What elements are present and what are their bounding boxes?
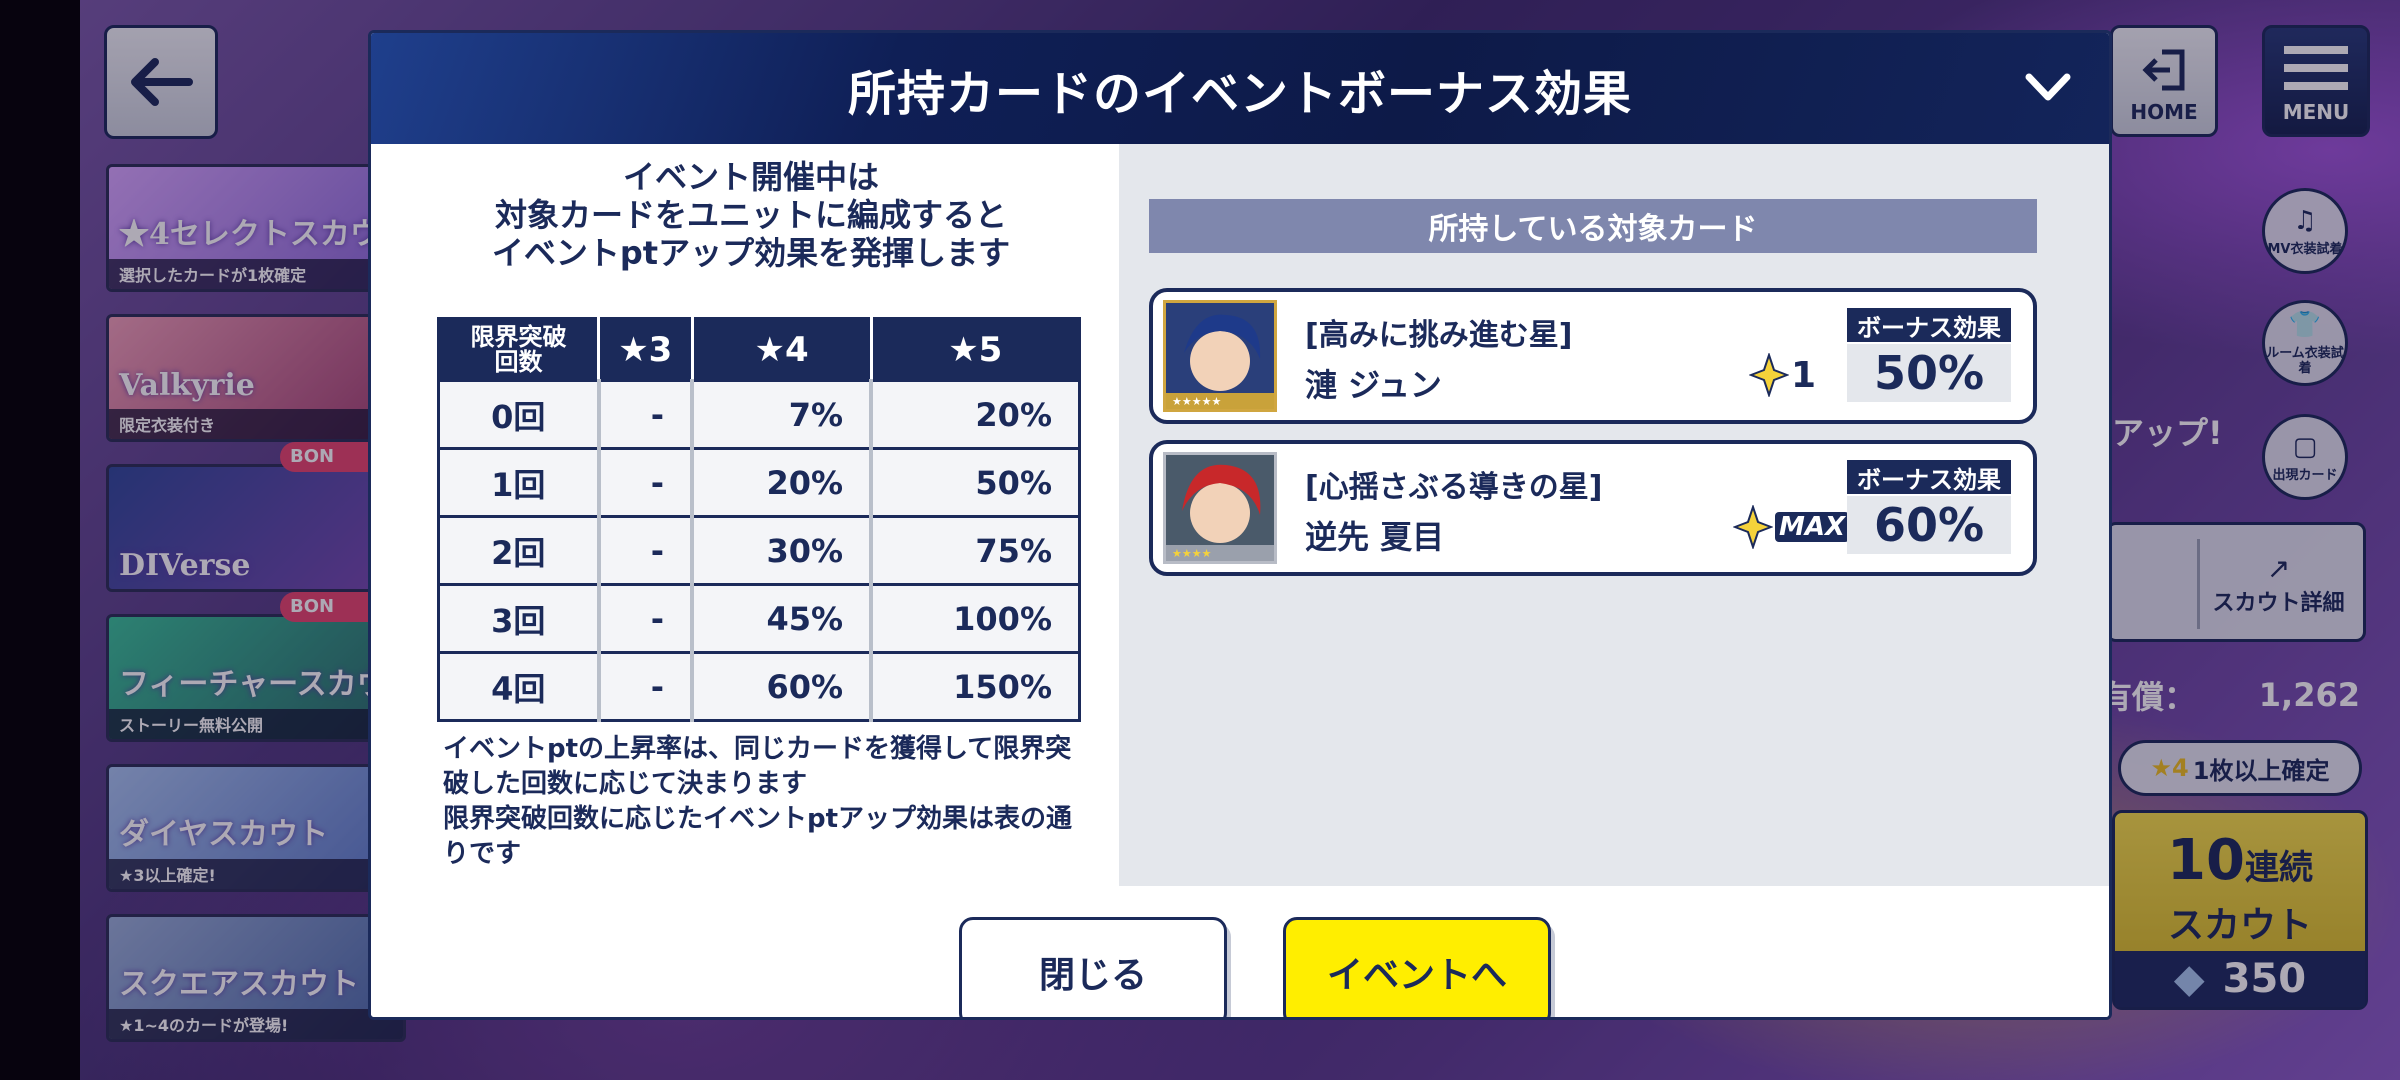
intro-line: 対象カードをユニットに編成すると <box>494 196 1007 234</box>
bonus-effect-label: ボーナス効果 <box>1847 308 2011 342</box>
table-row: 1回 - 20% 50% <box>438 447 1080 517</box>
dialog-footer: 閉じる イベントへ <box>371 886 2109 1017</box>
header-line: 回数 <box>494 347 543 376</box>
table-cell: 20% <box>871 379 1080 449</box>
sparkle-star-icon <box>1749 353 1789 397</box>
bonus-effect-value: 60% <box>1847 496 2011 554</box>
note-line: イベントptの上昇率は、同じカードを獲得して限界突破した回数に応じて決まります <box>443 734 1072 799</box>
card-character-name: 逆先 夏目 <box>1305 518 1445 556</box>
table-header-row: 限界突破 回数 ★3 ★4 ★5 <box>438 318 1080 381</box>
owned-cards-panel: 所持している対象カード ★★★★★ [高みに挑み進む星] 漣 ジュン 1 ボーナ… <box>1119 144 2109 886</box>
go-to-event-button[interactable]: イベントへ <box>1283 917 1551 1017</box>
table-cell: - <box>598 447 695 517</box>
svg-text:★★★★: ★★★★ <box>1172 547 1212 560</box>
limit-break-count: 1 <box>1791 354 1817 396</box>
notes-text: イベントptの上昇率は、同じカードを獲得して限界突破した回数に応じて決まります … <box>443 732 1083 872</box>
dialog-title: 所持カードのイベントボーナス効果 <box>847 65 1632 122</box>
card-portrait: ★★★★★ <box>1163 300 1277 412</box>
card-portrait-image: ★★★★★ <box>1166 303 1274 409</box>
card-portrait: ★★★★ <box>1163 452 1277 564</box>
table-cell: 75% <box>871 515 1080 585</box>
table-row: 3回 - 45% 100% <box>438 583 1080 653</box>
table-cell: - <box>598 379 695 449</box>
table-cell: 45% <box>692 583 874 653</box>
limit-break-rank: MAX <box>1733 502 1850 552</box>
card-portrait-image: ★★★★ <box>1166 455 1274 561</box>
intro-text: イベント開催中は 対象カードをユニットに編成すると イベントptアップ効果を発揮… <box>431 158 1071 272</box>
dialog-body: イベント開催中は 対象カードをユニットに編成すると イベントptアップ効果を発揮… <box>371 144 2109 886</box>
bonus-rules-panel: イベント開催中は 対象カードをユニットに編成すると イベントptアップ効果を発揮… <box>371 144 1119 886</box>
table-cell: 2回 <box>438 515 601 585</box>
limit-break-rank: 1 <box>1749 350 1816 400</box>
table-cell: 60% <box>692 651 874 721</box>
sparkle-star-icon <box>1733 505 1773 549</box>
header-limit-break-count: 限界突破 回数 <box>438 318 600 381</box>
table-cell: 150% <box>871 651 1080 721</box>
svg-text:★★★★★: ★★★★★ <box>1172 395 1221 408</box>
bonus-effect-label: ボーナス効果 <box>1847 460 2011 494</box>
table-cell: 7% <box>692 379 874 449</box>
table-cell: - <box>598 583 695 653</box>
note-line: 限界突破回数に応じたイベントptアップ効果は表の通りです <box>443 804 1073 869</box>
close-button[interactable]: 閉じる <box>959 917 1227 1017</box>
table-row: 4回 - 60% 150% <box>438 651 1080 721</box>
limit-break-bonus-table: 限界突破 回数 ★3 ★4 ★5 0回 - 7% 20% 1回 - 20% 50… <box>437 317 1081 722</box>
table-row: 0回 - 7% 20% <box>438 379 1080 449</box>
table-cell: 1回 <box>438 447 601 517</box>
card-title: [心揺さぶる導きの星] <box>1305 470 1603 505</box>
header-star5: ★5 <box>871 318 1080 381</box>
dialog-header: 所持カードのイベントボーナス効果 <box>371 33 2109 144</box>
table-cell: 50% <box>871 447 1080 517</box>
limit-break-max-badge: MAX <box>1775 512 1850 542</box>
card-character-name: 漣 ジュン <box>1305 366 1442 404</box>
owned-cards-title: 所持している対象カード <box>1149 199 2037 253</box>
table-cell: - <box>598 651 695 721</box>
table-cell: 30% <box>692 515 874 585</box>
table-cell: 3回 <box>438 583 601 653</box>
table-cell: 0回 <box>438 379 601 449</box>
table-cell: 4回 <box>438 651 601 721</box>
intro-line: イベントptアップ効果を発揮します <box>491 234 1011 272</box>
bonus-effect-value: 50% <box>1847 344 2011 402</box>
event-bonus-dialog: 所持カードのイベントボーナス効果 イベント開催中は 対象カードをユニットに編成す… <box>368 30 2112 1020</box>
table-cell: 100% <box>871 583 1080 653</box>
header-star4: ★4 <box>692 318 873 381</box>
table-cell: - <box>598 515 695 585</box>
header-star3: ★3 <box>598 318 694 381</box>
header-line: 限界突破 <box>470 322 567 351</box>
intro-line: イベント開催中は <box>622 158 879 196</box>
owned-card-row[interactable]: ★★★★ [心揺さぶる導きの星] 逆先 夏目 MAX ボーナス効果 60% <box>1149 440 2037 576</box>
chevron-down-icon[interactable] <box>2023 69 2073 109</box>
table-row: 2回 - 30% 75% <box>438 515 1080 585</box>
table-cell: 20% <box>692 447 874 517</box>
owned-card-row[interactable]: ★★★★★ [高みに挑み進む星] 漣 ジュン 1 ボーナス効果 50% <box>1149 288 2037 424</box>
card-title: [高みに挑み進む星] <box>1305 318 1573 353</box>
